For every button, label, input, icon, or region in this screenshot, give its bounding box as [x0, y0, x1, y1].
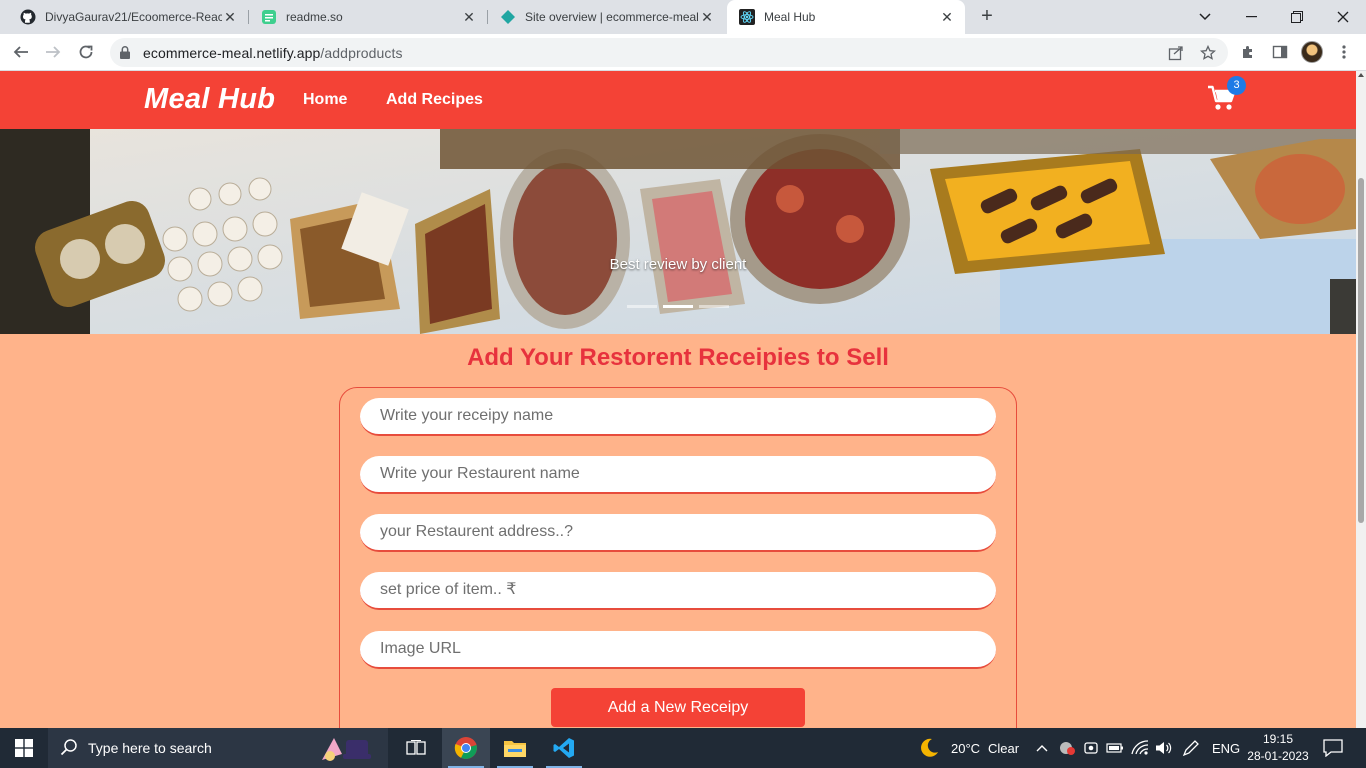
close-tab-icon[interactable]: ✕: [939, 9, 955, 26]
lock-icon[interactable]: [120, 46, 134, 59]
carousel-indicator-2[interactable]: [663, 305, 693, 308]
address-bar[interactable]: ecommerce-meal.netlify.app/addproducts: [110, 38, 1228, 67]
carousel-indicator-1[interactable]: [627, 305, 657, 308]
readme-icon: [261, 9, 277, 25]
minimize-icon[interactable]: [1228, 0, 1274, 34]
add-recipe-button[interactable]: Add a New Receipy: [551, 688, 805, 727]
browser-tab-strip: DivyaGaurav21/Ecoomerce-React ✕ readme.s…: [0, 0, 1366, 34]
close-tab-icon[interactable]: ✕: [699, 9, 715, 26]
wifi-icon[interactable]: [1131, 728, 1149, 768]
windows-taskbar: Type here to search 20°C Clear ENG 19:15…: [0, 728, 1366, 768]
side-panel-icon[interactable]: [1270, 42, 1290, 62]
search-placeholder: Type here to search: [88, 740, 212, 756]
antivirus-icon[interactable]: [1058, 728, 1076, 768]
new-tab-plus-icon[interactable]: +: [976, 5, 998, 27]
cart-count-badge: 3: [1227, 76, 1246, 95]
tray-chevron-up-icon[interactable]: [1036, 728, 1048, 768]
back-arrow-icon[interactable]: [8, 39, 34, 65]
scroll-up-arrow-icon[interactable]: [1358, 73, 1364, 77]
browser-tab-github[interactable]: DivyaGaurav21/Ecoomerce-React ✕: [8, 0, 248, 34]
tab-title: readme.so: [286, 10, 343, 24]
taskbar-clock[interactable]: 19:15 28-01-2023: [1244, 731, 1312, 765]
share-icon[interactable]: [1167, 44, 1185, 62]
vscode-icon[interactable]: [540, 728, 588, 768]
form-title: Add Your Restorent Receipies to Sell: [467, 344, 889, 371]
nav-link-add-recipes[interactable]: Add Recipes: [386, 91, 483, 109]
weather-moon-icon[interactable]: [918, 728, 940, 768]
image-url-input[interactable]: [360, 631, 996, 669]
windows-start-icon[interactable]: [0, 728, 48, 768]
browser-tab-meal-hub[interactable]: Meal Hub ✕: [727, 0, 965, 34]
clock-time: 19:15: [1262, 732, 1294, 746]
carousel-indicator-3[interactable]: [699, 305, 729, 308]
nav-link-home[interactable]: Home: [303, 91, 347, 109]
pen-workspace-icon[interactable]: [1182, 728, 1200, 768]
github-icon: [20, 9, 36, 25]
meet-now-icon[interactable]: [1083, 728, 1099, 768]
page-viewport: Meal Hub Home Add Recipes 3 Best review …: [0, 71, 1356, 728]
volume-icon[interactable]: [1155, 728, 1173, 768]
close-tab-icon[interactable]: ✕: [222, 9, 238, 26]
brand-logo[interactable]: Meal Hub: [144, 83, 275, 116]
extensions-puzzle-icon[interactable]: [1238, 42, 1258, 62]
browser-tab-netlify[interactable]: Site overview | ecommerce-meal ✕: [488, 0, 725, 34]
kebab-menu-icon[interactable]: [1334, 42, 1354, 62]
reload-icon[interactable]: [73, 39, 99, 65]
netlify-icon: [500, 9, 516, 25]
search-icon: [60, 738, 78, 759]
price-input[interactable]: [360, 572, 996, 610]
tab-title: DivyaGaurav21/Ecoomerce-React: [45, 10, 222, 24]
profile-avatar[interactable]: [1301, 41, 1323, 63]
page-scrollbar[interactable]: [1356, 71, 1366, 728]
hero-buffet-image: [0, 129, 1356, 334]
restaurant-name-input[interactable]: [360, 456, 996, 494]
taskbar-search-box[interactable]: Type here to search: [48, 728, 388, 768]
browser-toolbar: ecommerce-meal.netlify.app/addproducts: [0, 34, 1366, 71]
file-explorer-icon[interactable]: [491, 728, 539, 768]
url-path: /addproducts: [320, 44, 403, 61]
tab-title: Site overview | ecommerce-meal: [525, 10, 699, 24]
battery-icon[interactable]: [1106, 728, 1124, 768]
add-recipe-form: Add a New Receipy: [339, 387, 1017, 728]
browser-tab-readme[interactable]: readme.so ✕: [249, 0, 487, 34]
forward-arrow-icon[interactable]: [40, 39, 66, 65]
task-view-icon[interactable]: [392, 728, 440, 768]
hero-carousel[interactable]: Best review by client: [0, 129, 1356, 334]
weather-desc[interactable]: Clear: [988, 728, 1019, 768]
chrome-taskbar-icon[interactable]: [442, 728, 490, 768]
weather-temp[interactable]: 20°C: [951, 728, 980, 768]
react-icon: [739, 9, 755, 25]
search-highlight-icon[interactable]: [316, 732, 378, 764]
site-navbar: Meal Hub Home Add Recipes 3: [0, 71, 1356, 129]
close-window-icon[interactable]: [1320, 0, 1366, 34]
recipe-name-input[interactable]: [360, 398, 996, 436]
restaurant-address-input[interactable]: [360, 514, 996, 552]
close-tab-icon[interactable]: ✕: [461, 9, 477, 26]
hero-caption: Best review by client: [609, 256, 747, 273]
bookmark-star-icon[interactable]: [1199, 44, 1217, 62]
scrollbar-thumb[interactable]: [1358, 178, 1364, 523]
url-host: ecommerce-meal.netlify.app: [143, 44, 321, 61]
url-text: ecommerce-meal.netlify.app/addproducts: [143, 45, 403, 61]
notifications-icon[interactable]: [1323, 728, 1343, 768]
clock-date: 28-01-2023: [1247, 749, 1309, 763]
language-indicator[interactable]: ENG: [1212, 728, 1240, 768]
restore-icon[interactable]: [1274, 0, 1320, 34]
tab-title: Meal Hub: [764, 10, 816, 24]
tab-search-chevron-icon[interactable]: [1182, 0, 1228, 34]
